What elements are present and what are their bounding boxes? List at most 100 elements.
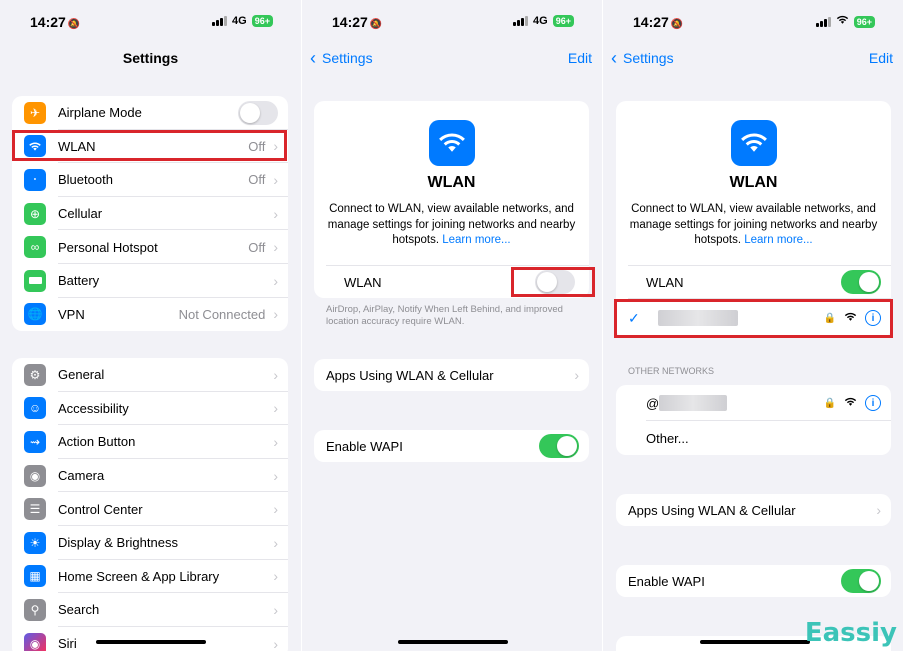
row-label: General: [58, 367, 105, 383]
wlan-toggle-label: WLAN: [344, 274, 382, 290]
settings-row-search[interactable]: ⚲ Search ›: [12, 593, 288, 627]
settings-row-battery[interactable]: Battery ›: [12, 264, 288, 298]
network-type: 4G: [232, 15, 247, 27]
other-networks-list: @ 🔒 i Other...: [616, 385, 891, 455]
network-row[interactable]: @ 🔒 i: [616, 385, 891, 421]
chevron-right-icon: ›: [574, 367, 579, 383]
camera-icon: ◉: [24, 464, 46, 487]
status-bar: 14:27 🔕 96+: [603, 12, 903, 32]
settings-row-siri[interactable]: ◉ Siri ›: [12, 627, 288, 651]
settings-row-control-center[interactable]: ☰ Control Center ›: [12, 492, 288, 526]
home-indicator[interactable]: [398, 640, 508, 644]
enable-wapi-row: Enable WAPI: [314, 430, 589, 462]
row-label: Personal Hotspot: [58, 239, 158, 255]
row-label: Display & Brightness: [58, 535, 178, 551]
home-indicator[interactable]: [700, 640, 810, 644]
row-value: Off: [248, 172, 266, 188]
settings-row-accessibility[interactable]: ☺ Accessibility ›: [12, 392, 288, 426]
row-label: Battery: [58, 273, 100, 289]
status-time: 14:27 🔕: [30, 14, 81, 30]
airplane-mode-toggle[interactable]: [238, 100, 278, 125]
info-icon[interactable]: i: [865, 395, 881, 411]
chevron-right-icon: ›: [273, 171, 278, 188]
wlan-on-screen: 14:27 🔕 96+ ‹ Settings Edit WLAN Connect t…: [603, 0, 903, 651]
lock-icon: 🔒: [823, 397, 836, 409]
settings-row-general[interactable]: ⚙ General ›: [12, 358, 288, 392]
sun-icon: ☀: [24, 531, 46, 554]
settings-row-action-button[interactable]: ⇝ Action Button ›: [12, 425, 288, 459]
toggles-icon: ☰: [24, 498, 46, 521]
learn-more-link[interactable]: Learn more...: [744, 234, 812, 246]
wifi-icon: [428, 120, 475, 166]
chevron-right-icon: ›: [273, 272, 278, 289]
row-label: VPN: [58, 306, 85, 322]
other-network-row[interactable]: Other...: [616, 421, 891, 455]
settings-row-airplane-mode[interactable]: ✈ Airplane Mode: [12, 96, 288, 130]
wapi-toggle[interactable]: [841, 569, 881, 593]
chevron-left-icon: ‹: [611, 48, 617, 68]
signal-icon: [212, 16, 228, 26]
bell-muted-icon: 🔕: [369, 19, 383, 30]
settings-row-vpn[interactable]: 🌐 VPN Not Connected ›: [12, 298, 288, 331]
settings-row-display-brightness[interactable]: ☀ Display & Brightness ›: [12, 526, 288, 560]
row-label: Apps Using WLAN & Cellular: [326, 367, 494, 383]
network-type: 4G: [533, 15, 548, 27]
other-networks-header: OTHER NETWORKS: [628, 366, 715, 376]
wifi-icon: [730, 120, 777, 166]
row-value: Not Connected: [178, 306, 266, 322]
row-label: Cellular: [58, 206, 103, 222]
battery-indicator: 96+: [251, 15, 273, 27]
bell-muted-icon: 🔕: [670, 19, 684, 30]
row-label: Enable WAPI: [628, 573, 705, 589]
search-icon: ⚲: [24, 598, 46, 621]
chevron-right-icon: ›: [273, 433, 278, 450]
back-button[interactable]: ‹ Settings: [611, 48, 674, 68]
battery-icon: [24, 269, 46, 292]
wlan-footnote: AirDrop, AirPlay, Notify When Left Behin…: [326, 304, 563, 327]
chevron-left-icon: ‹: [310, 48, 316, 68]
learn-more-link[interactable]: Learn more...: [442, 234, 510, 246]
phone-grid-icon: ▦: [24, 565, 46, 588]
row-label: Accessibility: [58, 400, 129, 416]
settings-row-personal-hotspot[interactable]: ∞ Personal Hotspot Off ›: [12, 230, 288, 264]
row-label: Action Button: [58, 434, 136, 450]
status-bar: 14:27 🔕 4G 96+: [302, 12, 602, 32]
wlan-off-screen: 14:27 🔕 4G 96+ ‹ Settings Edit WLAN Connec…: [302, 0, 602, 651]
settings-group-general: ⚙ General › ☺ Accessibility › ⇝ Action B…: [12, 358, 288, 651]
settings-screen: 14:27 🔕 4G 96+ Settings ✈ Airplane Mode W…: [0, 0, 301, 651]
row-label: Airplane Mode: [58, 105, 142, 121]
gear-icon: ⚙: [24, 363, 46, 386]
row-label: Home Screen & App Library: [58, 568, 220, 584]
chevron-right-icon: ›: [273, 239, 278, 256]
network-highlight-box: [614, 299, 893, 338]
settings-row-home-screen[interactable]: ▦ Home Screen & App Library ›: [12, 560, 288, 594]
chevron-right-icon: ›: [273, 501, 278, 518]
settings-row-bluetooth[interactable]: ᛫ Bluetooth Off ›: [12, 163, 288, 197]
siri-icon: ◉: [24, 632, 46, 651]
home-indicator[interactable]: [96, 640, 206, 644]
battery-indicator: 96+: [853, 15, 875, 28]
wlan-title: WLAN: [427, 174, 476, 191]
apps-using-wlan-row[interactable]: Apps Using WLAN & Cellular ›: [314, 359, 589, 391]
row-label: Other...: [646, 430, 689, 446]
settings-row-camera[interactable]: ◉ Camera ›: [12, 459, 288, 493]
enable-wapi-row: Enable WAPI: [616, 565, 891, 597]
back-button[interactable]: ‹ Settings: [310, 48, 373, 68]
status-bar: 14:27 🔕 4G 96+: [0, 12, 301, 32]
accessibility-icon: ☺: [24, 397, 46, 420]
wlan-toggle-row[interactable]: WLAN: [616, 266, 891, 298]
globe-icon: 🌐: [24, 303, 46, 326]
chevron-right-icon: ›: [273, 467, 278, 484]
settings-row-cellular[interactable]: ⊕ Cellular ›: [12, 197, 288, 231]
apps-using-wlan-row[interactable]: Apps Using WLAN & Cellular ›: [616, 494, 891, 526]
antenna-icon: ⊕: [24, 202, 46, 225]
wlan-toggle[interactable]: [841, 270, 881, 294]
row-label: Search: [58, 602, 100, 618]
wlan-description: Connect to WLAN, view available networks…: [629, 203, 878, 246]
row-label: Apps Using WLAN & Cellular: [628, 502, 796, 518]
edit-button[interactable]: Edit: [568, 50, 592, 66]
wapi-toggle[interactable]: [539, 434, 579, 458]
wlan-highlight-box: [12, 130, 287, 161]
network-name: @: [646, 395, 824, 411]
edit-button[interactable]: Edit: [869, 50, 893, 66]
